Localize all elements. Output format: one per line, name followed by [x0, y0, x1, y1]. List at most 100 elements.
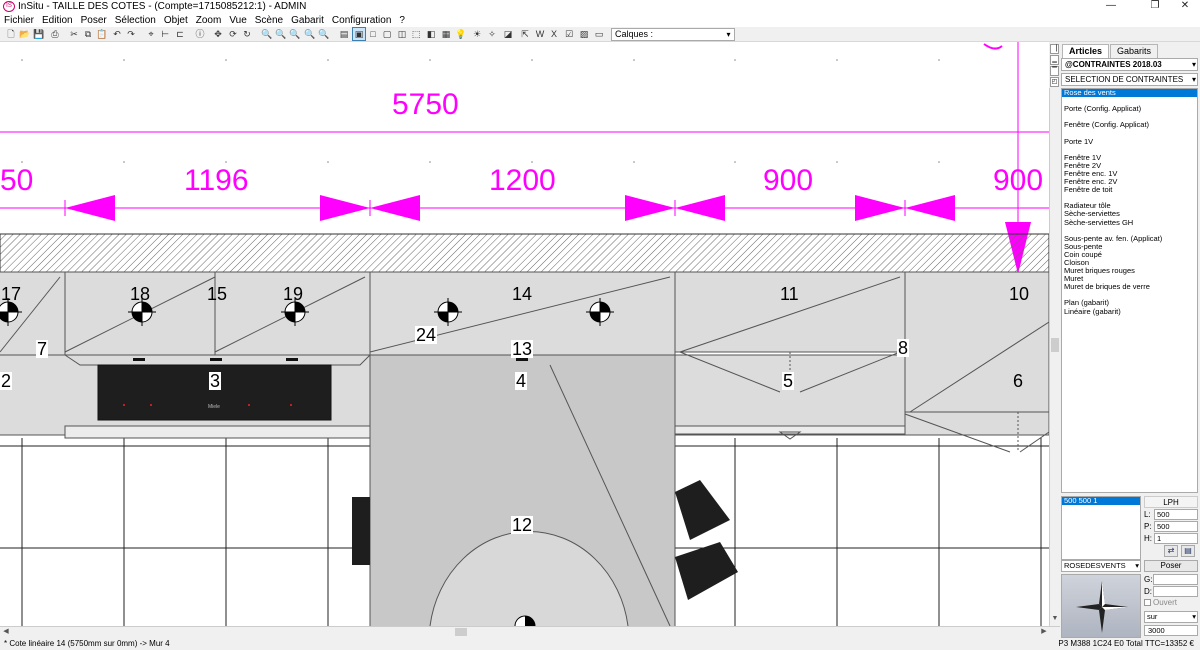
side-tool-3-icon[interactable]: ▔ [1050, 66, 1059, 76]
tab-gabarits[interactable]: Gabarits [1110, 44, 1159, 58]
plan-view-icon[interactable]: ▣ [352, 27, 366, 41]
texture-icon[interactable]: ▦ [440, 28, 452, 40]
sun-icon[interactable]: ☀ [471, 28, 483, 40]
element-label-6[interactable]: 6 [1012, 372, 1024, 390]
tab-articles[interactable]: Articles [1062, 44, 1110, 58]
element-label-12[interactable]: 12 [511, 516, 534, 534]
layers-view-icon[interactable]: ▤ [338, 28, 350, 40]
element-label-7[interactable]: 7 [36, 340, 49, 358]
side-view-icon[interactable]: ▢ [381, 28, 393, 40]
menu-configuration[interactable]: Configuration [332, 14, 391, 27]
g-input[interactable] [1153, 574, 1198, 585]
render-icon[interactable]: ◧ [425, 28, 437, 40]
menu-gabarit[interactable]: Gabarit [291, 14, 324, 27]
article-list[interactable]: Rose des vents Porte (Config. Applicat) Fe… [1061, 88, 1198, 493]
list-item[interactable]: Linéaire (gabarit) [1062, 307, 1197, 316]
sur-select[interactable]: sur ▾ [1144, 611, 1198, 623]
menu-poser[interactable]: Poser [81, 14, 107, 27]
element-label-14[interactable]: 14 [511, 285, 533, 303]
minimize-button[interactable]: — [1096, 0, 1126, 14]
element-label-8[interactable]: 8 [897, 339, 910, 357]
side-tool-2-icon[interactable]: ▁ [1050, 55, 1059, 65]
menu-edition[interactable]: Edition [42, 14, 73, 27]
object-select[interactable]: ROSEDESVENTS ▾ [1061, 560, 1141, 572]
side-tool-4-icon[interactable]: ◰ [1050, 77, 1059, 87]
list-item[interactable]: Porte (Config. Applicat) [1062, 105, 1197, 113]
list-item[interactable]: Porte 1V [1062, 137, 1197, 146]
element-label-15[interactable]: 15 [206, 285, 228, 303]
undo-icon[interactable]: ↶ [111, 28, 123, 40]
ouvert-checkbox[interactable]: Ouvert [1144, 598, 1177, 607]
zoom-window-icon[interactable]: 🔍 [289, 28, 301, 40]
menu-fichier[interactable]: Fichier [4, 14, 34, 27]
export-icon[interactable]: ⇱ [519, 28, 531, 40]
horizontal-scrollbar[interactable]: ◀ ▶ [0, 626, 1060, 637]
value-input[interactable]: 3000 [1144, 625, 1198, 636]
element-label-18[interactable]: 18 [129, 285, 151, 303]
list-item[interactable]: Sèche-serviettes GH [1062, 218, 1197, 227]
menu-help[interactable]: ? [399, 14, 405, 27]
perspective-icon[interactable]: ◫ [396, 28, 408, 40]
element-label-13[interactable]: 13 [511, 340, 534, 358]
wand-icon[interactable]: ✧ [486, 28, 498, 40]
element-label-10[interactable]: 10 [1008, 285, 1030, 303]
side-tool-1-icon[interactable]: ▕ [1050, 44, 1059, 54]
layers-select[interactable]: Calques : ▾ [611, 28, 735, 41]
vertical-scroll-thumb[interactable] [1051, 338, 1059, 352]
depth-input[interactable]: 500 [1154, 521, 1198, 532]
rotate-icon[interactable]: ⟳ [227, 28, 239, 40]
box-view-icon[interactable]: ⬚ [410, 28, 422, 40]
library-icon[interactable]: ▤ [1181, 545, 1195, 557]
list-item[interactable]: Fenêtre de toit [1062, 186, 1197, 194]
d-input[interactable] [1153, 586, 1198, 597]
element-label-4[interactable]: 4 [515, 372, 528, 390]
open-folder-icon[interactable]: 📂 [19, 28, 31, 40]
height-input[interactable]: 1 [1154, 533, 1198, 544]
pick-tool-icon[interactable]: ⌖ [145, 28, 157, 40]
zoom-all-icon[interactable]: 🔍 [304, 28, 316, 40]
word-icon[interactable]: W [534, 28, 546, 40]
paste-icon[interactable]: 📋 [96, 28, 108, 40]
maximize-button[interactable]: ❐ [1140, 0, 1170, 14]
redo-icon[interactable]: ↷ [125, 28, 137, 40]
list-item[interactable]: Muret de briques de verre [1062, 283, 1197, 291]
info-icon[interactable]: ⓘ [194, 28, 206, 40]
menu-selection[interactable]: Sélection [115, 14, 156, 27]
zoom-previous-icon[interactable]: 🔍 [318, 28, 330, 40]
screen-icon[interactable]: ▭ [593, 28, 605, 40]
length-input[interactable]: 500 [1154, 509, 1198, 520]
front-view-icon[interactable]: □ [367, 28, 379, 40]
cut-icon[interactable]: ✂ [68, 28, 80, 40]
element-label-24[interactable]: 24 [415, 326, 438, 344]
list-item[interactable]: Fenêtre (Config. Applicat) [1062, 121, 1197, 129]
category-select[interactable]: SELECTION DE CONTRAINTES ▾ [1061, 73, 1198, 86]
refresh-icon[interactable]: ↻ [241, 28, 253, 40]
horizontal-scroll-thumb[interactable] [455, 628, 467, 636]
scroll-down-icon[interactable]: ▼ [1050, 615, 1060, 625]
size-row[interactable]: 500 500 1 [1062, 497, 1140, 505]
list-item[interactable]: Rose des vents [1062, 89, 1197, 98]
copy-icon[interactable]: ⧉ [82, 28, 94, 40]
scroll-right-icon[interactable]: ▶ [1039, 627, 1049, 637]
zoom-out-icon[interactable]: 🔍 [275, 28, 287, 40]
menu-vue[interactable]: Vue [229, 14, 246, 27]
poser-button[interactable]: Poser [1144, 560, 1198, 572]
color-icon[interactable]: ◪ [502, 28, 514, 40]
menu-scene[interactable]: Scène [255, 14, 283, 27]
menu-zoom[interactable]: Zoom [196, 14, 222, 27]
image-icon[interactable]: ▨ [578, 28, 590, 40]
element-label-19[interactable]: 19 [282, 285, 304, 303]
checkbox-icon[interactable] [1144, 599, 1151, 607]
print-icon[interactable]: ⎙ [49, 28, 61, 40]
element-label-17[interactable]: 17 [0, 285, 22, 303]
size-list[interactable]: 500 500 1 [1061, 496, 1141, 560]
menu-objet[interactable]: Objet [164, 14, 188, 27]
zoom-in-icon[interactable]: 🔍 [261, 28, 273, 40]
scroll-left-icon[interactable]: ◀ [1, 627, 11, 637]
new-file-icon[interactable]: 🗋 [5, 28, 17, 40]
excel-icon[interactable]: X [548, 28, 560, 40]
catalog-select[interactable]: @CONTRAINTES 2018.03 ▾ [1061, 58, 1198, 71]
drawing-canvas[interactable]: 5750 50 1196 1200 900 900 17 18 15 19 14… [0, 42, 1049, 626]
measure-tool-icon[interactable]: ⊢ [159, 28, 171, 40]
element-label-11[interactable]: 11 [779, 285, 800, 303]
